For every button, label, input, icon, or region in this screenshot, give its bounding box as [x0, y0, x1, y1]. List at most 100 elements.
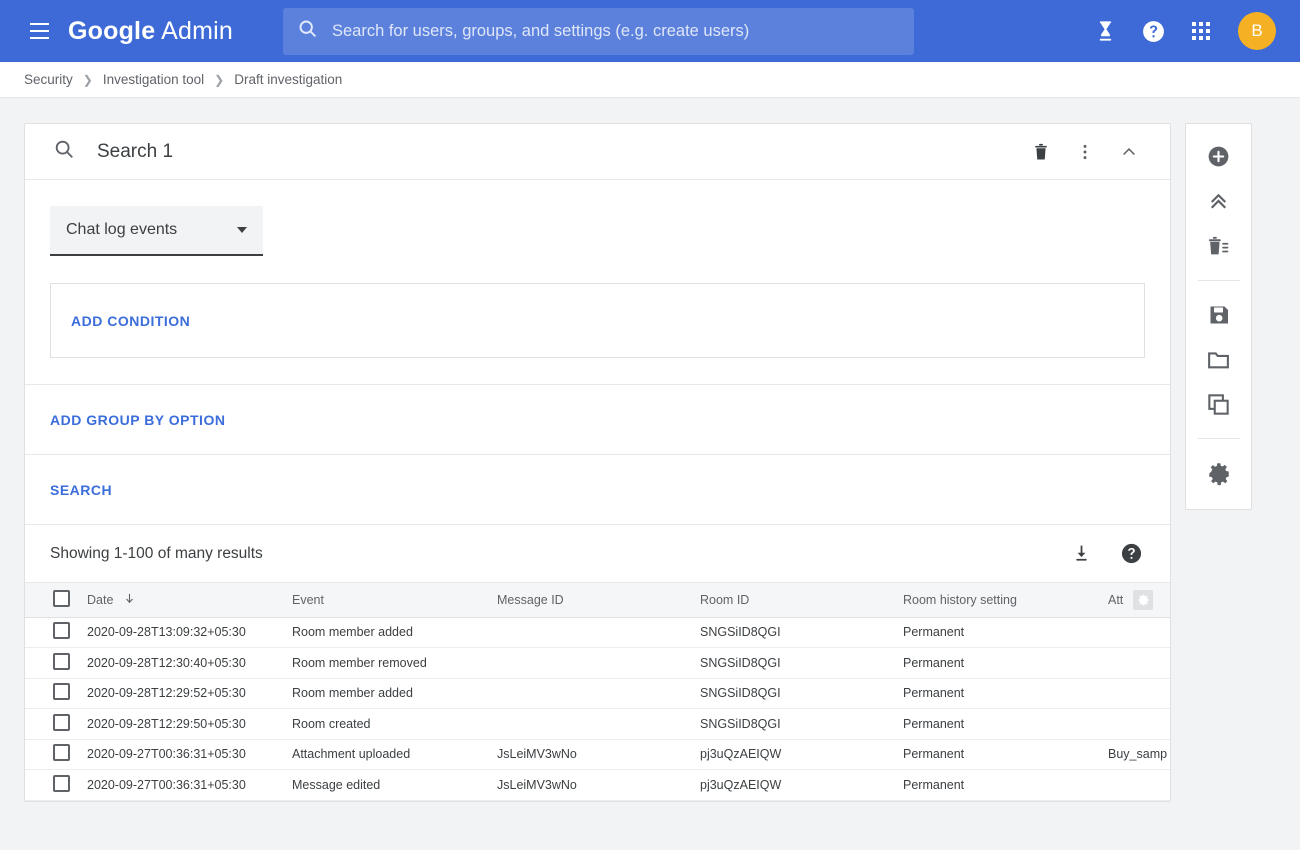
cell-message-id — [497, 709, 700, 740]
add-group-by-option-button[interactable]: ADD GROUP BY OPTION — [50, 412, 225, 428]
row-checkbox-cell[interactable] — [25, 617, 87, 648]
settings-button[interactable] — [1193, 450, 1245, 495]
hourglass-icon[interactable] — [1084, 10, 1126, 52]
column-header-date-label: Date — [87, 593, 113, 607]
row-checkbox-cell[interactable] — [25, 770, 87, 801]
row-checkbox-cell[interactable] — [25, 739, 87, 770]
cell-date: 2020-09-27T00:36:31+05:30 — [87, 770, 292, 801]
select-all-checkbox[interactable] — [53, 590, 70, 607]
cell-room-history: Permanent — [903, 709, 1108, 740]
column-header-room-id-label: Room ID — [700, 593, 749, 607]
row-checkbox-cell[interactable] — [25, 648, 87, 679]
breadcrumb-item-draft-investigation[interactable]: Draft investigation — [234, 72, 342, 87]
cell-event: Message edited — [292, 770, 497, 801]
cell-room-history: Permanent — [903, 648, 1108, 679]
table-row[interactable]: 2020-09-28T13:09:32+05:30Room member add… — [25, 617, 1170, 648]
results-summary-bar: Showing 1-100 of many results — [25, 525, 1170, 583]
delete-all-button[interactable] — [1193, 224, 1245, 269]
brand-logo[interactable]: Google Admin — [68, 17, 233, 46]
breadcrumb: Security ❯ Investigation tool ❯ Draft in… — [0, 62, 1300, 98]
table-row[interactable]: 2020-09-28T12:29:52+05:30Room member add… — [25, 678, 1170, 709]
column-header-message-id-label: Message ID — [497, 593, 564, 607]
cell-room-history: Permanent — [903, 678, 1108, 709]
results-actions — [1060, 533, 1152, 575]
global-search-box[interactable] — [283, 8, 914, 55]
cell-room-history: Permanent — [903, 770, 1108, 801]
data-source-select[interactable]: Chat log events — [50, 206, 263, 256]
toolbar-divider — [1198, 438, 1240, 439]
help-circle-icon[interactable] — [1110, 533, 1152, 575]
cell-room-id: pj3uQzAEIQW — [700, 739, 903, 770]
page-body: Search 1 — [0, 98, 1300, 802]
row-checkbox[interactable] — [53, 653, 70, 670]
column-header-room-id[interactable]: Room ID — [700, 583, 903, 617]
row-checkbox[interactable] — [53, 775, 70, 792]
breadcrumb-item-security[interactable]: Security — [24, 72, 73, 87]
cell-attachment — [1108, 648, 1170, 679]
table-row[interactable]: 2020-09-28T12:29:50+05:30Room createdSNG… — [25, 709, 1170, 740]
row-checkbox-cell[interactable] — [25, 709, 87, 740]
add-search-button[interactable] — [1193, 134, 1245, 179]
row-checkbox[interactable] — [53, 683, 70, 700]
apps-grid-icon[interactable] — [1180, 10, 1222, 52]
chevron-right-icon: ❯ — [83, 73, 93, 87]
chevron-up-icon[interactable] — [1110, 133, 1148, 171]
cell-event: Room created — [292, 709, 497, 740]
table-row[interactable]: 2020-09-27T00:36:31+05:30Message editedJ… — [25, 770, 1170, 801]
cell-message-id: JsLeiMV3wNo — [497, 770, 700, 801]
global-search-input[interactable] — [332, 22, 900, 41]
search-card-actions — [1022, 133, 1148, 171]
avatar[interactable]: B — [1238, 12, 1276, 50]
cell-room-history: Permanent — [903, 739, 1108, 770]
column-settings-gear-icon[interactable] — [1133, 590, 1153, 610]
select-all-header — [25, 583, 87, 617]
row-checkbox[interactable] — [53, 622, 70, 639]
cell-message-id — [497, 617, 700, 648]
brand-admin-label: Admin — [161, 17, 233, 45]
search-button[interactable]: SEARCH — [50, 482, 112, 498]
chevron-right-icon: ❯ — [214, 73, 224, 87]
group-by-section: ADD GROUP BY OPTION — [25, 385, 1170, 455]
hamburger-menu-icon[interactable] — [22, 14, 56, 48]
row-checkbox[interactable] — [53, 744, 70, 761]
cell-attachment — [1108, 617, 1170, 648]
results-table-header: Date Event Message ID — [25, 583, 1170, 617]
cell-date: 2020-09-28T12:30:40+05:30 — [87, 648, 292, 679]
top-app-bar: Google Admin B — [0, 0, 1300, 62]
column-header-attachment[interactable]: Att — [1108, 583, 1170, 617]
table-row[interactable]: 2020-09-27T00:36:31+05:30Attachment uplo… — [25, 739, 1170, 770]
search-action-section: SEARCH — [25, 455, 1170, 525]
breadcrumb-item-investigation-tool[interactable]: Investigation tool — [103, 72, 204, 87]
add-condition-button[interactable]: ADD CONDITION — [71, 313, 190, 329]
results-table: Date Event Message ID — [25, 583, 1170, 801]
search-icon — [297, 18, 318, 44]
open-button[interactable] — [1193, 337, 1245, 382]
duplicate-button[interactable] — [1193, 382, 1245, 427]
cell-attachment — [1108, 770, 1170, 801]
cell-event: Attachment uploaded — [292, 739, 497, 770]
column-header-date[interactable]: Date — [87, 583, 292, 617]
download-icon[interactable] — [1060, 533, 1102, 575]
help-circle-icon[interactable] — [1132, 10, 1174, 52]
column-header-message-id[interactable]: Message ID — [497, 583, 700, 617]
cell-event: Room member added — [292, 678, 497, 709]
row-checkbox[interactable] — [53, 714, 70, 731]
toolbar-divider — [1198, 280, 1240, 281]
cell-room-id: SNGSiID8QGI — [700, 678, 903, 709]
cell-room-id: SNGSiID8QGI — [700, 617, 903, 648]
arrow-down-icon — [123, 592, 136, 608]
trash-icon[interactable] — [1022, 133, 1060, 171]
save-button[interactable] — [1193, 292, 1245, 337]
brand-google-label: Google — [68, 17, 155, 45]
column-header-room-history-setting[interactable]: Room history setting — [903, 583, 1108, 617]
results-count-label: Showing 1-100 of many results — [50, 545, 263, 563]
collapse-all-button[interactable] — [1193, 179, 1245, 224]
cell-event: Room member added — [292, 617, 497, 648]
more-vert-icon[interactable] — [1066, 133, 1104, 171]
cell-attachment — [1108, 678, 1170, 709]
table-row[interactable]: 2020-09-28T12:30:40+05:30Room member rem… — [25, 648, 1170, 679]
search-card-header: Search 1 — [25, 124, 1170, 180]
row-checkbox-cell[interactable] — [25, 678, 87, 709]
column-header-event[interactable]: Event — [292, 583, 497, 617]
cell-message-id: JsLeiMV3wNo — [497, 739, 700, 770]
